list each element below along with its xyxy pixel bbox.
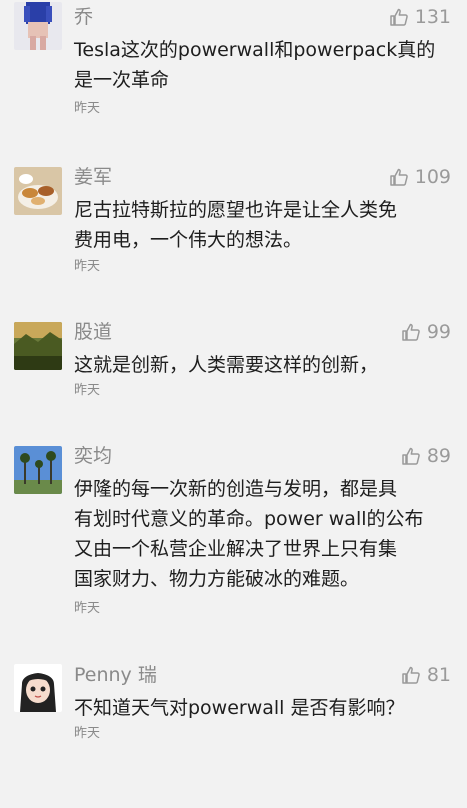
- comment-text-line: 又由一个私营企业解决了世界上只有集: [74, 538, 398, 560]
- thumbs-up-icon: [402, 323, 420, 341]
- like-count: 131: [414, 6, 451, 28]
- thumbs-up-icon: [389, 168, 408, 186]
- avatar[interactable]: [14, 167, 62, 215]
- comment-text-line: 伊隆的每一次新的创造与发明，都是具: [74, 478, 398, 500]
- avatar[interactable]: [14, 664, 62, 712]
- comment-text-line: 有划时代意义的革命。power wall的公布: [74, 508, 424, 530]
- username[interactable]: 乔: [74, 4, 93, 30]
- comment-text-line: 尼古拉特斯拉的愿望也许是让全人类免: [74, 199, 398, 221]
- timestamp: 昨天: [74, 383, 101, 398]
- comment-item: 乔 131 Tesla这次的powerwall和powerpack真的 是一次革…: [0, 0, 467, 150]
- comment-text: 不知道天气对powerwall 是否有影响？: [74, 693, 452, 723]
- username[interactable]: Penny 瑞: [74, 662, 157, 688]
- comment-text-line: 是一次革命: [74, 69, 170, 91]
- timestamp: 昨天: [74, 726, 101, 741]
- timestamp: 昨天: [74, 101, 101, 116]
- thumbs-up-icon: [389, 8, 408, 26]
- comment-text: 伊隆的每一次新的创造与发明，都是具 有划时代意义的革命。power wall的公…: [74, 474, 452, 594]
- comment-text-line: 费用电，一个伟大的想法。: [74, 229, 303, 251]
- landscape-avatar-icon: [14, 322, 62, 370]
- comment-text-line: Tesla这次的powerwall和powerpack真的: [74, 39, 436, 61]
- timestamp: 昨天: [74, 601, 101, 616]
- like-button[interactable]: 131: [389, 4, 451, 30]
- username[interactable]: 奕均: [74, 443, 112, 469]
- cartoon-girl-avatar-icon: [14, 664, 62, 712]
- girl-avatar-icon: [14, 2, 62, 50]
- username[interactable]: 股道: [74, 319, 112, 345]
- like-count: 81: [426, 664, 451, 686]
- comment-text-line: 不知道天气对powerwall 是否有影响？: [74, 697, 405, 719]
- like-count: 89: [426, 445, 451, 467]
- like-button[interactable]: 109: [389, 164, 451, 190]
- comment-text-line: 国家财力、物力方能破冰的难题。: [74, 568, 360, 590]
- like-button[interactable]: 89: [401, 443, 451, 469]
- comment-item: 奕均 89 伊隆的每一次新的创造与发明，都是具 有划时代意义的革命。power …: [0, 439, 467, 616]
- comment-text: 尼古拉特斯拉的愿望也许是让全人类免 费用电，一个伟大的想法。: [74, 195, 452, 255]
- avatar[interactable]: [14, 446, 62, 494]
- avatar[interactable]: [14, 2, 62, 50]
- palm-trees-avatar-icon: [14, 446, 62, 494]
- comment-item: Penny 瑞 81 不知道天气对powerwall 是否有影响？ 昨天: [0, 658, 467, 808]
- timestamp: 昨天: [74, 259, 101, 274]
- comment-text: Tesla这次的powerwall和powerpack真的 是一次革命: [74, 35, 452, 95]
- username[interactable]: 姜军: [74, 164, 112, 190]
- avatar[interactable]: [14, 322, 62, 370]
- like-button[interactable]: 99: [401, 319, 451, 345]
- comment-text-line: 这就是创新，人类需要这样的创新，: [74, 354, 379, 376]
- thumbs-up-icon: [402, 447, 420, 465]
- comment-list: 乔 131 Tesla这次的powerwall和powerpack真的 是一次革…: [0, 0, 467, 746]
- like-button[interactable]: 81: [401, 662, 451, 688]
- comment-text: 这就是创新，人类需要这样的创新，: [74, 350, 452, 380]
- thumbs-up-icon: [402, 666, 420, 684]
- like-count: 99: [426, 321, 451, 343]
- comment-item: 姜军 109 尼古拉特斯拉的愿望也许是让全人类免 费用电，一个伟大的想法。 昨天: [0, 160, 467, 310]
- like-count: 109: [414, 166, 451, 188]
- food-avatar-icon: [14, 167, 62, 215]
